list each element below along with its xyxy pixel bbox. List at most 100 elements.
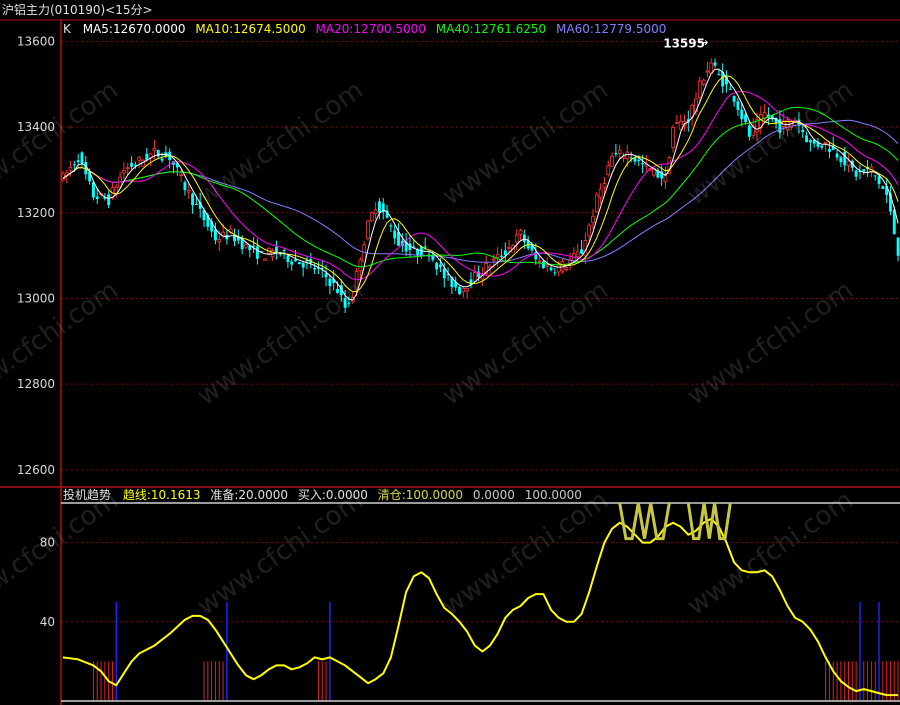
candle-body-up [373,209,378,214]
candle-body-up [705,70,710,73]
candle-body-down [439,264,442,268]
candle-body-down [736,101,740,110]
candle-body-down [286,255,290,262]
candle-body-down [324,273,328,278]
candle-body-down [503,250,507,256]
price-tick-label: 13200 [17,206,55,220]
candle-body-up [137,156,142,161]
legend-ma20: MA20:12700.5000 [316,22,426,36]
window-title: 沪铝主力(010190)<15分> [2,2,153,17]
candle-body-down [275,246,278,253]
candle-body-up [68,166,73,171]
candle-body-up [846,160,851,166]
legend-ma5: MA5:12670.0000 [83,22,186,36]
legend-ma40: MA40:12761.6250 [436,22,546,36]
candle-body-down [389,225,393,227]
candle-body-down [522,234,526,242]
legend-ma60: MA60:12779.5000 [556,22,666,36]
candle-body-up [366,220,370,239]
candle-body-down [835,153,839,158]
candle-body-down [614,153,618,155]
candle-body-down [862,169,866,172]
candle-body-up [823,142,828,144]
candle-body-down [728,88,732,90]
legend-clear: 清仓:100.0000 [378,488,463,502]
candle-body-down [827,148,831,152]
candle-body-down [301,263,305,268]
candle-body-up [545,264,550,267]
candle-body-down [839,157,843,163]
legend-prepare: 准备:20.0000 [210,488,288,502]
candle-body-up [701,79,706,86]
candle-body-up [697,80,702,98]
candle-body-down [740,109,744,120]
candle-body-down [732,95,736,102]
candle-body-up [575,251,580,257]
legend-k: K [63,22,72,36]
legend-indicator-name: 投机趋势 [63,487,111,502]
candle-body-up [617,149,622,154]
candle-body-up [186,190,191,193]
candle-body-up [587,224,592,237]
candle-body-up [244,244,248,248]
candle-body-down [95,196,99,200]
candle-body-down [214,229,217,241]
price-tick-label: 12800 [17,377,55,391]
candle-body-up [369,212,374,222]
candle-body-up [465,288,470,292]
candle-body-down [549,267,553,271]
candle-body-down [393,230,397,239]
candle-body-up [179,173,183,176]
price-tick-label: 12600 [17,463,55,477]
candle-body-down [717,74,721,76]
candle-body-down [629,157,633,159]
candle-body-up [663,174,668,183]
candle-body-down [843,151,847,166]
candle-body-up [125,167,130,170]
candle-body-down [553,272,557,274]
legend-ma10: MA10:12674.5000 [195,22,305,36]
candle-body-up [152,148,157,152]
candle-body-down [541,261,545,268]
candle-body-up [537,260,542,263]
candle-body-up [606,165,611,176]
candle-body-down [873,175,877,177]
candle-body-up [472,272,477,282]
candle-body-up [564,267,569,270]
candle-body-up [598,188,603,198]
candle-body-down [435,262,439,270]
indicator-tick-label: 40 [40,615,55,629]
candle-body-down [282,250,286,252]
candle-body-up [610,155,614,167]
candle-body-up [675,122,679,125]
candle-body-down [297,261,301,265]
peak-arrow: → [698,36,708,50]
candle-body-down [377,201,381,213]
legend-trend: 趋线:10.1613 [123,488,201,502]
candle-body-down [160,158,164,161]
price-tick-label: 13000 [17,291,55,305]
candle-body-down [255,246,259,259]
candle-body-down [72,164,76,166]
candle-body-down [580,249,584,254]
candle-body-down [820,145,824,148]
candle-body-down [191,193,195,206]
upper-legend: K MA5:12670.0000 MA10:12674.5000 MA20:12… [63,22,666,36]
candle-body-up [61,173,65,181]
legend-value-1: 0.0000 [473,488,515,502]
candle-body-down [91,182,95,198]
candle-body-down [442,268,446,279]
candle-body-up [671,126,675,148]
candle-body-down [458,286,461,295]
candle-body-up [514,234,519,243]
candle-body-up [217,239,222,243]
candle-body-down [133,164,137,166]
candle-body-down [747,125,751,137]
candle-body-down [808,140,812,143]
candle-body-down [641,163,645,165]
price-tick-label: 13600 [17,34,55,48]
candle-body-up [602,183,607,188]
futures-chart: 1260012800130001320013400136004080 www.c… [0,0,900,705]
lower-legend: 投机趋势 趋线:10.1613 准备:20.0000 买入:0.0000 清仓:… [63,487,582,502]
legend-buy: 买入:0.0000 [298,488,368,502]
